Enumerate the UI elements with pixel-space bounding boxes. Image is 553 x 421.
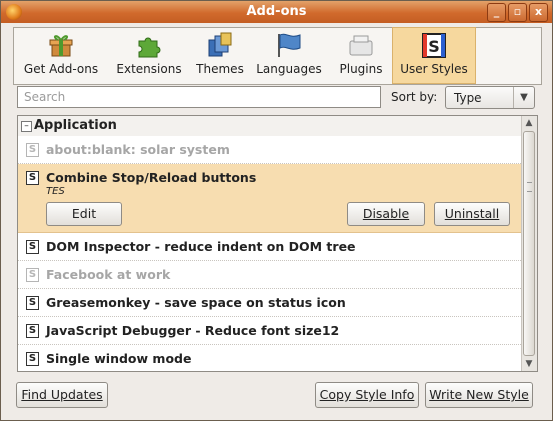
list-item[interactable]: S Facebook at work	[18, 261, 521, 289]
style-name: Greasemonkey - save space on status icon	[46, 295, 346, 310]
close-button[interactable]: x	[529, 3, 548, 22]
write-new-style-label: Write New Style	[429, 387, 529, 402]
uninstall-button[interactable]: Uninstall	[434, 202, 510, 226]
copy-style-info-label: Copy Style Info	[319, 387, 415, 402]
chevron-down-icon: ▼	[513, 87, 534, 108]
plugin-block-icon	[349, 35, 373, 56]
tab-plugins-label: Plugins	[339, 62, 383, 76]
style-icon: S	[26, 143, 39, 157]
tab-languages-label: Languages	[256, 62, 322, 76]
style-icon: S	[26, 296, 39, 310]
collapse-toggle-icon[interactable]: –	[21, 121, 32, 132]
find-updates-label: Find Updates	[21, 387, 103, 402]
list-scrollbar[interactable]: ▲ ▼	[521, 116, 537, 371]
category-toolbar: Get Add-ons Extensions Themes Languages	[13, 27, 542, 85]
style-name: DOM Inspector - reduce indent on DOM tre…	[46, 239, 356, 254]
find-updates-button[interactable]: Find Updates	[16, 382, 108, 408]
tab-extensions[interactable]: Extensions	[108, 28, 190, 82]
tab-get-addons[interactable]: Get Add-ons	[18, 28, 104, 82]
maximize-button[interactable]: ▫	[508, 3, 527, 22]
tab-user-styles-label: User Styles	[400, 62, 468, 76]
tab-user-styles[interactable]: S User Styles	[392, 27, 476, 84]
group-header-application[interactable]: – Application	[18, 116, 521, 136]
sort-dropdown-value: Type	[454, 91, 482, 105]
grip-icon	[527, 182, 532, 192]
language-flag-icon	[278, 33, 301, 57]
scroll-up-icon[interactable]: ▲	[522, 116, 536, 130]
write-new-style-button[interactable]: Write New Style	[425, 382, 533, 408]
gift-box-icon	[49, 35, 73, 57]
title-bar[interactable]: Add-ons _ ▫ x	[1, 1, 552, 23]
stylish-s-icon: S	[422, 33, 446, 58]
style-name: Single window mode	[46, 351, 192, 366]
style-icon: S	[26, 171, 39, 185]
copy-style-info-button[interactable]: Copy Style Info	[315, 382, 419, 408]
list-item[interactable]: S Greasemonkey - save space on status ic…	[18, 289, 521, 317]
list-item[interactable]: S DOM Inspector - reduce indent on DOM t…	[18, 233, 521, 261]
disable-button[interactable]: Disable	[347, 202, 425, 226]
tab-extensions-label: Extensions	[116, 62, 182, 76]
tab-themes-label: Themes	[196, 62, 244, 76]
minimize-button[interactable]: _	[487, 3, 506, 22]
puzzle-piece-icon	[138, 37, 161, 58]
addons-window: Add-ons _ ▫ x Get Add-ons Extensions The…	[0, 0, 553, 421]
scrollbar-thumb[interactable]	[523, 131, 535, 356]
list-item-selected[interactable]: S Combine Stop/Reload buttons TES Edit D…	[18, 164, 521, 233]
style-name: Facebook at work	[46, 267, 171, 282]
list-item[interactable]: S Single window mode	[18, 345, 521, 371]
tab-plugins[interactable]: Plugins	[332, 28, 390, 82]
sort-by-label: Sort by:	[391, 90, 438, 104]
group-label: Application	[34, 118, 117, 133]
list-item[interactable]: S about:blank: solar system	[18, 136, 521, 164]
style-icon: S	[26, 240, 39, 254]
style-author: TES	[46, 186, 65, 197]
tab-languages[interactable]: Languages	[254, 28, 324, 82]
scroll-down-icon[interactable]: ▼	[522, 357, 536, 371]
tab-themes[interactable]: Themes	[192, 28, 248, 82]
themes-icon	[208, 32, 232, 57]
style-name: Combine Stop/Reload buttons	[46, 170, 257, 185]
tab-get-addons-label: Get Add-ons	[23, 62, 99, 76]
list-item[interactable]: S JavaScript Debugger - Reduce font size…	[18, 317, 521, 345]
style-name: about:blank: solar system	[46, 142, 230, 157]
edit-button[interactable]: Edit	[46, 202, 122, 226]
sort-dropdown[interactable]: Type ▼	[445, 86, 535, 109]
style-name: JavaScript Debugger - Reduce font size12	[46, 323, 340, 338]
style-icon: S	[26, 352, 39, 366]
window-title: Add-ons	[246, 4, 307, 19]
style-icon: S	[26, 324, 39, 338]
style-icon: S	[26, 268, 39, 282]
styles-list: – Application S about:blank: solar syste…	[17, 115, 538, 372]
svg-text:S: S	[428, 37, 440, 56]
search-input[interactable]: Search	[17, 86, 381, 108]
